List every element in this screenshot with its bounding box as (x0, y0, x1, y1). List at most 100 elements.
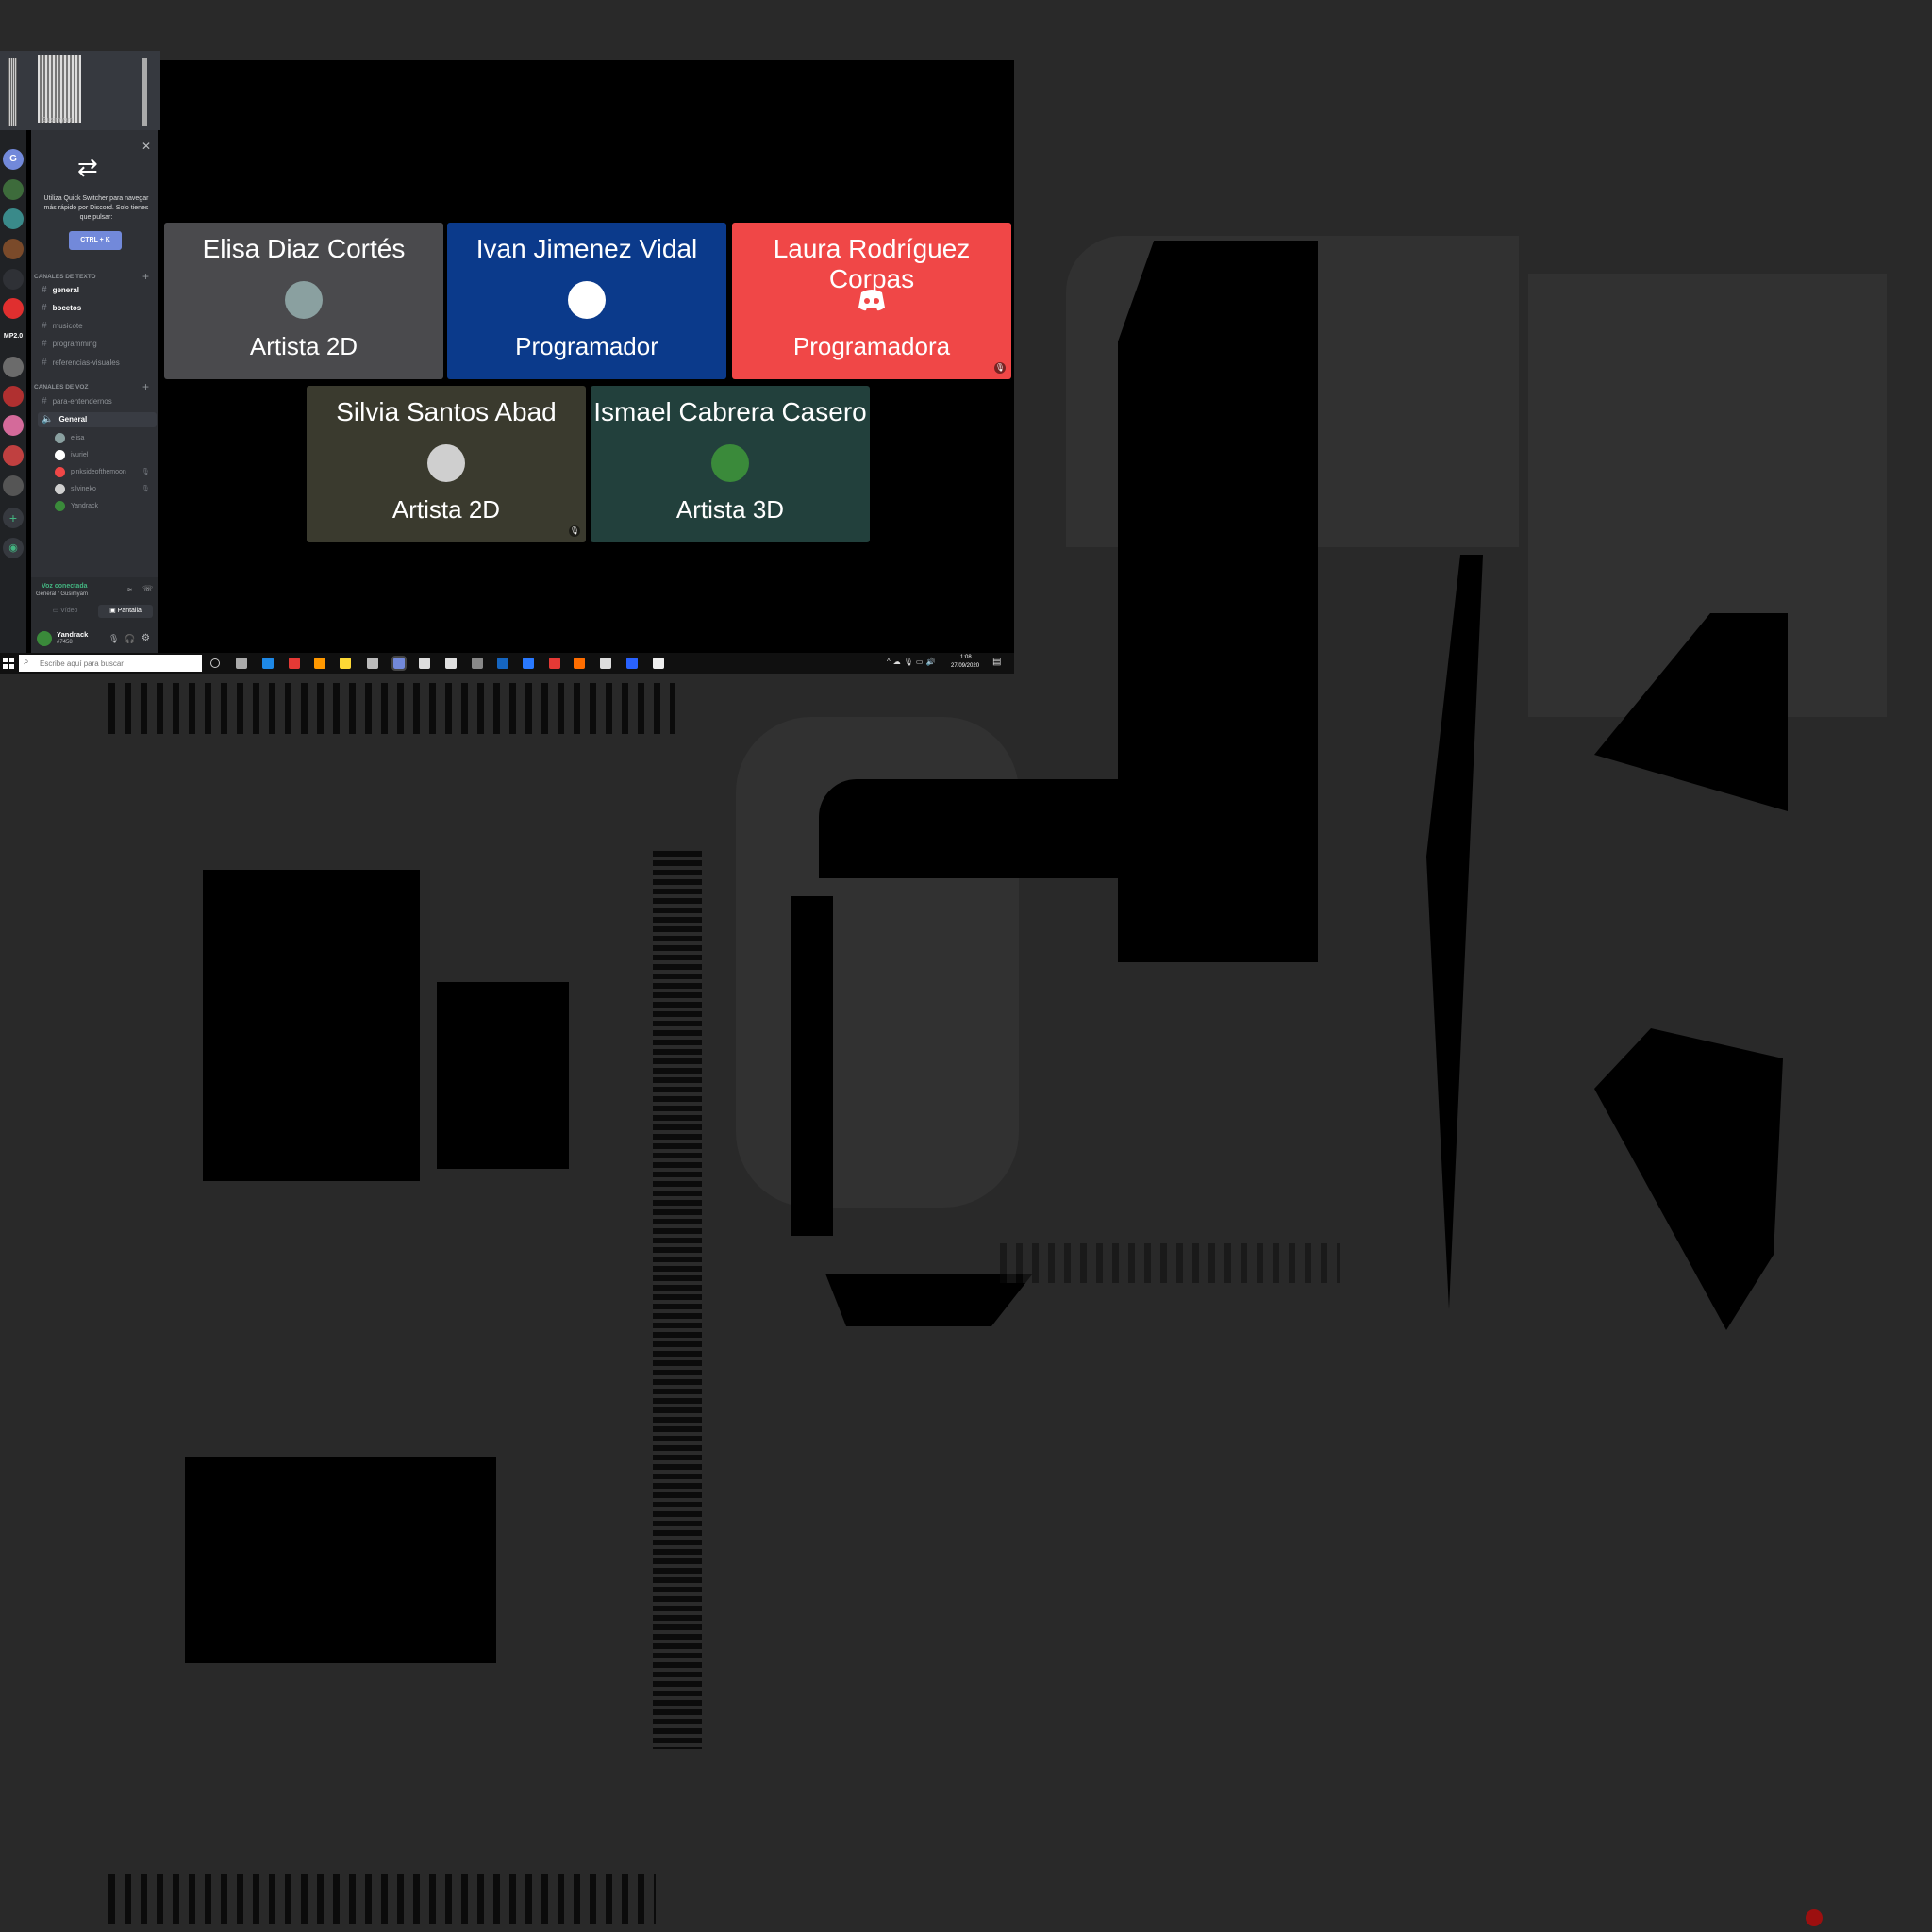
participant-tile[interactable]: Ivan Jimenez Vidal Programador (447, 223, 726, 379)
taskbar-search[interactable]: ⌕ (19, 655, 202, 672)
quick-switcher-text: Utiliza Quick Switcher para navegar más … (43, 195, 149, 221)
scrollbar[interactable] (142, 58, 147, 126)
bg-block (819, 779, 1309, 878)
server-banner: Gusimyam (0, 51, 160, 130)
windows-start-icon[interactable] (3, 658, 14, 669)
taskbar-app-icon[interactable] (523, 658, 534, 669)
explore-icon[interactable]: ◉ (3, 538, 24, 558)
taskbar-app-icon[interactable] (289, 658, 300, 669)
bg-block (185, 1457, 496, 1663)
scrollbar-thumb[interactable] (8, 58, 17, 126)
server-icon[interactable] (3, 415, 24, 436)
bg-block (791, 896, 833, 1236)
add-server-icon[interactable]: + (3, 508, 24, 528)
add-channel-icon[interactable]: + (142, 270, 149, 283)
taskbar-app-icon[interactable] (314, 658, 325, 669)
taskbar-app-icon[interactable] (626, 658, 638, 669)
shortcut-button[interactable]: CTRL + K (69, 231, 122, 250)
server-icon[interactable] (3, 179, 24, 200)
voice-user[interactable]: elisa (55, 431, 84, 446)
participant-tile[interactable]: Silvia Santos Abad Artista 2D 🎙 (307, 386, 586, 542)
channel-bocetos[interactable]: # bocetos (42, 301, 81, 316)
notifications-icon[interactable]: ▤ (992, 657, 1001, 667)
server-icon[interactable]: G (3, 149, 24, 170)
avatar (568, 281, 606, 319)
screen-icon: ▣ (109, 608, 116, 614)
channel-label: musicote (52, 322, 83, 330)
voice-status[interactable]: Voz conectada (42, 583, 88, 590)
taskbar-app-icon[interactable] (391, 656, 407, 671)
avatar (427, 444, 465, 482)
taskbar-app-icon[interactable] (574, 658, 585, 669)
server-icon[interactable] (3, 445, 24, 466)
screen-share-button[interactable]: ▣ Pantalla (98, 605, 153, 618)
voice-user[interactable]: ivuriel (55, 448, 88, 463)
server-icon[interactable] (3, 298, 24, 319)
clock-date[interactable]: 27/09/2020 (951, 663, 979, 669)
taskbar-app-icon[interactable] (600, 658, 611, 669)
server-icon[interactable] (3, 239, 24, 259)
add-voice-channel-icon[interactable]: + (142, 380, 149, 393)
taskbar-app-icon[interactable] (445, 658, 457, 669)
screen-label: Pantalla (117, 608, 142, 614)
server-icon[interactable] (3, 386, 24, 407)
server-icon[interactable] (3, 269, 24, 290)
taskbar-app-icon[interactable] (472, 658, 483, 669)
voice-user[interactable]: Yandrack (55, 499, 98, 514)
voice-channel-general[interactable]: 🔈 General (38, 412, 157, 427)
tray-icons[interactable]: ^☁🎙▭🔊 (887, 658, 938, 666)
server-icon[interactable] (3, 475, 24, 496)
taskbar-app-icon[interactable] (367, 658, 378, 669)
gear-icon[interactable]: ⚙ (142, 633, 150, 643)
muted-icon: 🎙 (142, 486, 150, 492)
taskbar: ⌕ ^☁🎙▭🔊 1:08 27/09/2020 ▤ (0, 653, 1014, 674)
participant-tile[interactable]: Ismael Cabrera Casero Artista 3D (591, 386, 870, 542)
taskbar-app-icon[interactable] (419, 658, 430, 669)
channel-label: referencias-visuales (52, 358, 120, 367)
channel-general[interactable]: # general (42, 283, 79, 298)
search-input[interactable] (38, 656, 200, 671)
taskbar-app-icon[interactable] (340, 658, 351, 669)
channel-musicote[interactable]: # musicote (42, 319, 83, 334)
bg-block (437, 982, 569, 1169)
server-label: MP2.0 (3, 333, 24, 340)
channel-programming[interactable]: # programming (42, 337, 97, 352)
clock-time[interactable]: 1:08 (960, 655, 972, 660)
taskbar-app-icon[interactable] (497, 658, 508, 669)
noise-icon[interactable]: ≈ (127, 585, 132, 594)
taskbar-app-icon[interactable] (210, 658, 220, 668)
banner-image (38, 55, 81, 123)
record-dot (1806, 1909, 1823, 1926)
microphone-icon[interactable]: 🎙 (108, 634, 119, 644)
server-icon[interactable] (3, 357, 24, 377)
channel-label: programming (52, 340, 97, 348)
speaker-icon: 🔈 (42, 414, 54, 425)
hash-icon: # (42, 339, 47, 349)
voice-location[interactable]: General / Gusimyam (36, 591, 88, 597)
server-icon[interactable]: MP2.0 (3, 326, 24, 347)
close-icon[interactable]: ✕ (142, 140, 151, 153)
voice-channels-header[interactable]: CANALES DE VOZ (34, 384, 88, 391)
avatar[interactable] (37, 631, 52, 646)
voice-user[interactable]: pinksideofthemoon 🎙 (55, 465, 150, 480)
disconnect-icon[interactable]: ☏ (142, 584, 153, 594)
participant-role: Artista 3D (675, 495, 785, 524)
headphones-icon[interactable]: 🎧 (125, 634, 135, 644)
text-channels-header[interactable]: CANALES DE TEXTO (34, 274, 96, 280)
taskbar-app-icon[interactable] (653, 658, 664, 669)
channel-label: general (52, 286, 80, 294)
channel-referencias-visuales[interactable]: # referencias-visuales (42, 356, 120, 371)
server-icon[interactable] (3, 208, 24, 229)
taskbar-app-icon[interactable] (236, 658, 247, 669)
voice-user[interactable]: silvineko 🎙 (55, 482, 150, 497)
participant-tile[interactable]: Elisa Diaz Cortés Artista 2D (164, 223, 443, 379)
voice-user-name: pinksideofthemoon (71, 469, 126, 475)
server-name: Gusimyam (42, 117, 74, 124)
discord-logo-icon (853, 281, 891, 319)
taskbar-app-icon[interactable] (549, 658, 560, 669)
participant-tile[interactable]: Laura Rodríguez Corpas Programadora 🎙 (732, 223, 1011, 379)
voice-channel-para-entendernos[interactable]: # para-entendernos (42, 394, 112, 409)
taskbar-app-icon[interactable] (262, 658, 274, 669)
bg-stripes (1000, 1243, 1340, 1283)
video-button[interactable]: ▭ Vídeo (38, 605, 92, 618)
